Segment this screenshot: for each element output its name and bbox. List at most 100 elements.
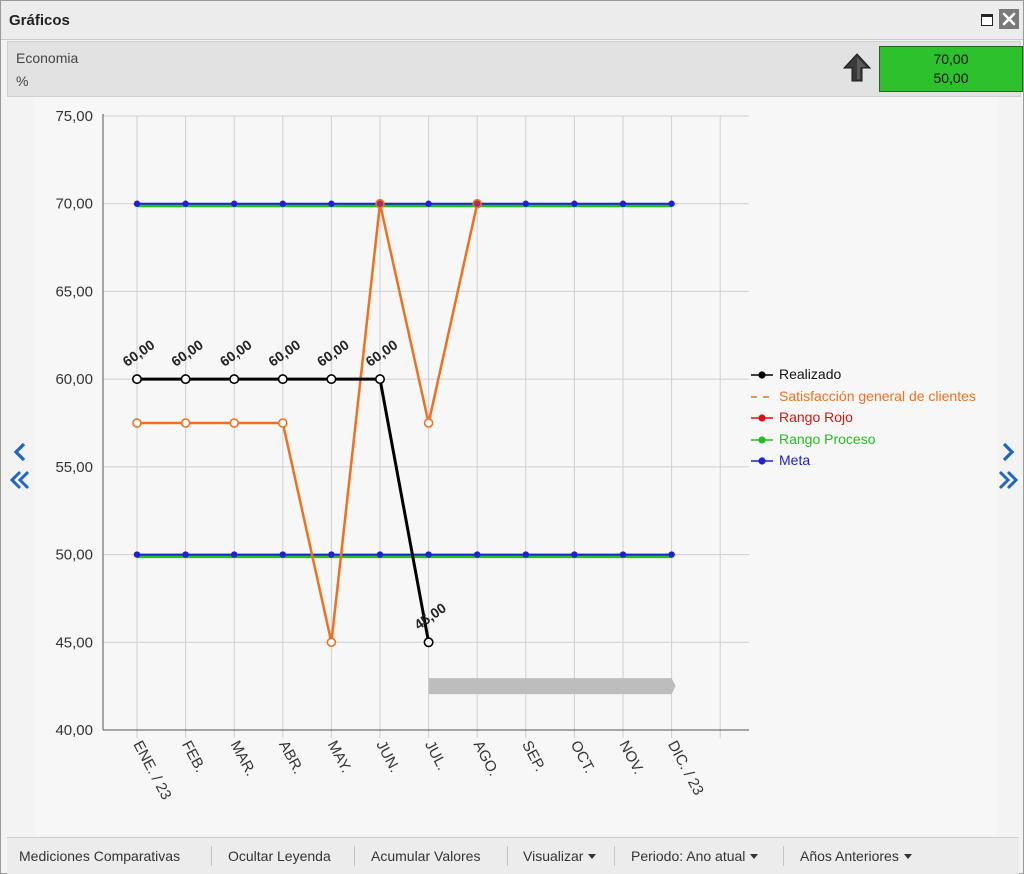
- meta-point: [571, 200, 578, 207]
- realizado-point: [374, 374, 385, 385]
- y-tick-label: 75,00: [55, 108, 93, 125]
- comparative-measurements-button[interactable]: Mediciones Comparativas: [19, 848, 180, 864]
- x-tick-label: AGO.: [470, 738, 503, 779]
- toolbar-divider: [507, 846, 508, 866]
- meta-point: [133, 200, 141, 207]
- meta-point: [182, 200, 189, 207]
- legend-marker: [751, 414, 773, 422]
- period-menu[interactable]: Periodo: Ano atual: [631, 848, 759, 864]
- x-tick-label: JUL.: [421, 738, 450, 773]
- title-bar: Gráficos: [1, 1, 1023, 40]
- period-label: Periodo: Ano atual: [631, 848, 746, 864]
- satisfaccion-point: [132, 418, 142, 428]
- realizado-point: [180, 374, 191, 385]
- line-chart: 40,00 45,00 50,00 55,00 60,00 65,00 70,00 75,00…: [55, 108, 749, 803]
- close-icon: [1002, 12, 1016, 26]
- toolbar-divider: [211, 846, 212, 866]
- meta-point: [279, 551, 286, 558]
- previous-years-label: Años Anteriores: [800, 848, 899, 864]
- indicator-header: Economia % 70,00 50,00: [7, 41, 1023, 97]
- satisfaccion-point: [180, 418, 191, 428]
- meta-point: [425, 551, 432, 558]
- realizado-point: [326, 374, 337, 385]
- maximize-button[interactable]: [978, 10, 996, 28]
- meta-point: [376, 551, 384, 558]
- visualize-menu[interactable]: Visualizar: [523, 848, 597, 864]
- satisfaccion-point: [375, 198, 385, 209]
- last-double-arrow-icon[interactable]: [997, 469, 1019, 491]
- bottom-toolbar: Mediciones Comparativas Ocultar Leyenda …: [7, 837, 1019, 874]
- satisfaccion-point: [472, 198, 483, 209]
- data-label: 60,00: [120, 336, 158, 369]
- satisfaccion-point: [423, 418, 434, 428]
- value-bottom: 50,00: [933, 70, 969, 86]
- meta-point: [328, 200, 335, 207]
- data-label: 45,00: [411, 599, 449, 632]
- y-tick-label: 50,00: [55, 547, 93, 564]
- realizado-point: [229, 374, 240, 385]
- maximize-icon: [981, 14, 993, 26]
- data-label: 60,00: [217, 336, 255, 369]
- toolbar-divider: [614, 846, 615, 866]
- realizado-point: [277, 374, 288, 385]
- hide-legend-button[interactable]: Ocultar Leyenda: [228, 848, 331, 864]
- x-tick-label: OCT.: [567, 738, 598, 776]
- meta-point: [668, 200, 675, 207]
- x-tick-label: ENE. / 23: [129, 738, 174, 803]
- meta-point: [571, 551, 578, 558]
- satisfaccion-point: [326, 637, 337, 648]
- legend-label: Realizado: [779, 366, 842, 382]
- chart-area: 40,00 45,00 50,00 55,00 60,00 65,00 70,00 75,00…: [35, 97, 997, 835]
- legend-label: Rango Proceso: [779, 430, 876, 447]
- meta-point: [231, 551, 238, 558]
- close-button[interactable]: [999, 9, 1019, 29]
- indicator-value-box: 70,00 50,00: [879, 46, 1023, 92]
- meta-point: [182, 551, 189, 558]
- x-tick-label: SEP.: [518, 738, 548, 774]
- value-top: 70,00: [933, 51, 969, 67]
- data-label: 60,00: [314, 336, 352, 369]
- y-tick-label: 40,00: [55, 722, 93, 739]
- gray-range-bar: [428, 678, 672, 695]
- x-tick-label: JUN.: [372, 738, 403, 775]
- indicator-name: Economia: [16, 50, 79, 66]
- x-tick-label: MAR.: [227, 738, 260, 779]
- meta-point: [522, 551, 529, 558]
- legend-label: Meta: [779, 452, 811, 468]
- y-tick-label: 55,00: [55, 459, 93, 476]
- meta-point: [668, 551, 675, 558]
- accumulate-values-button[interactable]: Acumular Valores: [371, 848, 480, 864]
- previous-years-menu[interactable]: Años Anteriores: [800, 848, 912, 864]
- first-double-arrow-icon[interactable]: [9, 469, 31, 491]
- meta-point: [474, 551, 481, 558]
- y-tick-label: 45,00: [55, 634, 93, 651]
- legend-marker: [751, 395, 773, 398]
- x-tick-label: DIC. / 23: [664, 738, 707, 798]
- data-label: 60,00: [168, 336, 206, 369]
- next-arrow-icon[interactable]: [997, 441, 1019, 463]
- meta-point: [133, 551, 141, 558]
- satisfaccion-point: [229, 418, 239, 428]
- x-tick-label: NOV.: [615, 738, 647, 777]
- legend-label: Satisfacción general de clientes: [779, 387, 976, 404]
- meta-point: [328, 551, 335, 558]
- toolbar-divider: [783, 846, 784, 866]
- data-label: 60,00: [265, 336, 303, 369]
- meta-point: [522, 200, 529, 207]
- caret-down-icon: [903, 854, 912, 859]
- visualize-label: Visualizar: [523, 848, 584, 864]
- gray-range-bar-tip: [671, 678, 676, 695]
- satisfaccion-point: [278, 418, 288, 428]
- arrow-up-icon: [842, 53, 872, 82]
- window-title: Gráficos: [9, 12, 70, 29]
- meta-point: [425, 200, 432, 207]
- toolbar-divider: [354, 846, 355, 866]
- legend-marker: [751, 371, 773, 379]
- previous-arrow-icon[interactable]: [9, 441, 31, 463]
- data-label: 60,00: [363, 336, 401, 369]
- legend-label: Rango Rojo: [779, 409, 853, 425]
- meta-point: [619, 200, 627, 207]
- x-tick-label: MAY.: [324, 738, 355, 776]
- realizado-point: [423, 637, 434, 648]
- legend-marker: [751, 457, 773, 465]
